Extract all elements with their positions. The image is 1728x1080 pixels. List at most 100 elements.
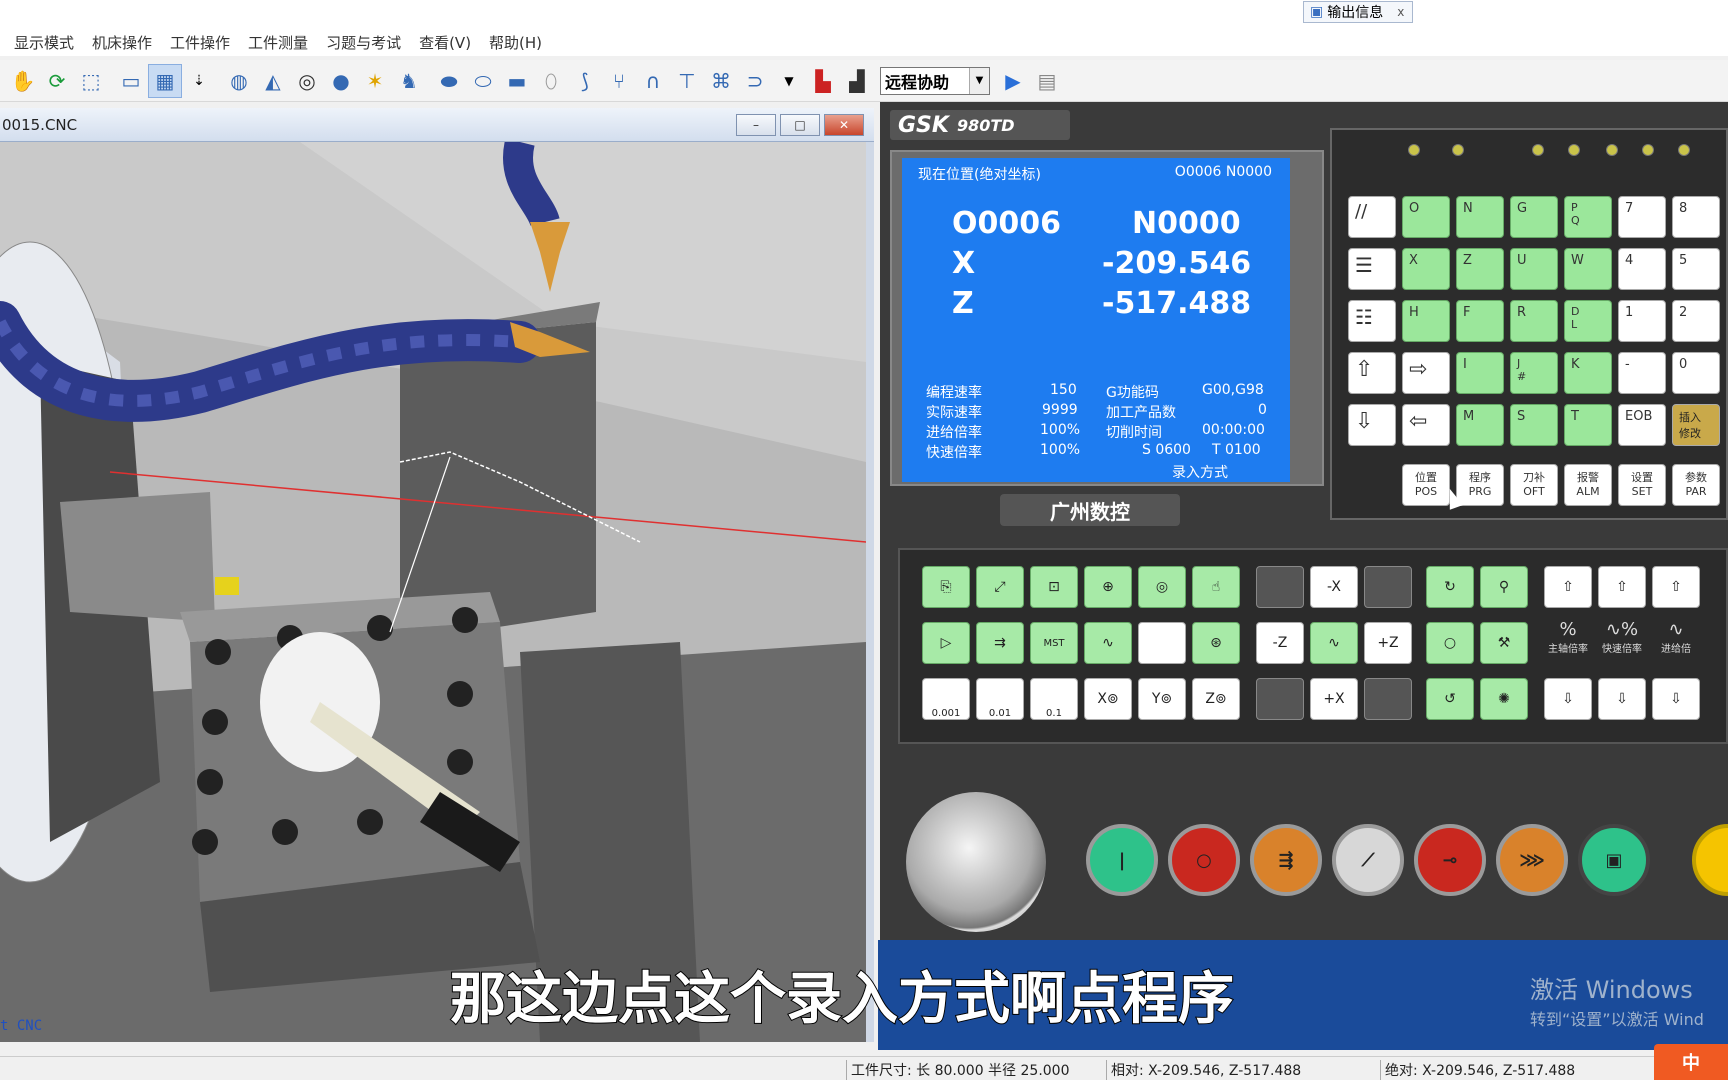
rapid-traverse-icon[interactable]: ⊛ [1192, 622, 1240, 664]
blank-key[interactable] [1256, 566, 1304, 608]
up-arrow-icon[interactable]: ⇧ [1598, 566, 1646, 608]
spindle-cw-icon[interactable]: ↻ [1426, 566, 1474, 608]
rapid-override[interactable]: ∿% 快速倍率 [1598, 616, 1646, 658]
key-w[interactable]: W [1564, 248, 1612, 290]
down-arrow-icon[interactable]: ⇩ [1652, 678, 1700, 720]
key-page-icon[interactable]: ☰ [1348, 248, 1396, 290]
key-dl[interactable]: D L [1564, 300, 1612, 342]
key-t[interactable]: T [1564, 404, 1612, 446]
key-prg[interactable]: 程序 PRG [1456, 464, 1504, 506]
door-button[interactable]: ⋙ [1496, 824, 1568, 896]
pipe-icon[interactable]: ⬯ [534, 64, 568, 98]
key-oft[interactable]: 刀补 OFT [1510, 464, 1558, 506]
key-insert-alter[interactable]: 插入 修改 [1672, 404, 1720, 446]
dry-run-icon[interactable]: ∿ [1084, 622, 1132, 664]
emergency-stop-button[interactable] [1692, 824, 1728, 896]
clamp-icon[interactable]: ⟆ [568, 64, 602, 98]
ime-indicator[interactable]: 中 [1654, 1044, 1728, 1080]
mst-lock-icon[interactable]: MST [1030, 622, 1078, 664]
output-info-tab[interactable]: ▣ 输出信息 x [1303, 1, 1414, 23]
mdi-mode-icon[interactable]: ⊡ [1030, 566, 1078, 608]
handwheel-mode-icon[interactable]: ◎ [1138, 566, 1186, 608]
remote-assist-select[interactable]: 远程协助 ▼ [880, 66, 990, 95]
blank-key[interactable] [1364, 678, 1412, 720]
film-icon[interactable]: ▤ [1030, 64, 1064, 98]
menu-view[interactable]: 查看(V) [419, 32, 471, 53]
zero-return-icon[interactable]: ⊕ [1084, 566, 1132, 608]
menu-workpiece-measure[interactable]: 工件测量 [248, 32, 308, 53]
key-1[interactable]: 1 [1618, 300, 1666, 342]
key-g[interactable]: G [1510, 196, 1558, 238]
x-handwheel-button[interactable]: X⊚ [1084, 678, 1132, 720]
up-arrow-icon[interactable]: ⇧ [1652, 566, 1700, 608]
arch-icon[interactable]: ∩ [636, 64, 670, 98]
key-up-icon[interactable]: ⇧ [1348, 352, 1396, 394]
menu-workpiece-ops[interactable]: 工件操作 [170, 32, 230, 53]
key-i[interactable]: I [1456, 352, 1504, 394]
plus-z-button[interactable]: +Z [1364, 622, 1412, 664]
close-button[interactable]: ✕ [824, 114, 864, 136]
key-r[interactable]: R [1510, 300, 1558, 342]
y-handwheel-button[interactable]: Y⊚ [1138, 678, 1186, 720]
optional-stop-button[interactable]: ⟋ [1332, 824, 1404, 896]
minimize-button[interactable]: – [736, 114, 776, 136]
shield-icon[interactable]: ⌘ [704, 64, 738, 98]
key-8[interactable]: 8 [1672, 196, 1720, 238]
spindle-stop-icon[interactable]: ○ [1426, 622, 1474, 664]
spindle-override[interactable]: % 主轴倍率 [1544, 616, 1592, 658]
fork-icon[interactable]: ⑂ [602, 64, 636, 98]
coolant-icon[interactable]: ⚲ [1480, 566, 1528, 608]
key-par[interactable]: 参数 PAR [1672, 464, 1720, 506]
key-k[interactable]: K [1564, 352, 1612, 394]
key-o[interactable]: O [1402, 196, 1450, 238]
step-01-button[interactable]: 0.1 [1030, 678, 1078, 720]
menu-exercises[interactable]: 习题与考试 [326, 32, 401, 53]
key-4[interactable]: 4 [1618, 248, 1666, 290]
blank-key[interactable] [1364, 566, 1412, 608]
chevron-down-icon[interactable]: ▼ [772, 64, 806, 98]
bar-icon[interactable]: ▬ [500, 64, 534, 98]
close-icon[interactable]: x [1397, 5, 1404, 19]
program-restart-button[interactable]: ⇶ [1250, 824, 1322, 896]
menu-machine-ops[interactable]: 机床操作 [92, 32, 152, 53]
save-icon[interactable]: ▟ [840, 64, 874, 98]
jog-mode-icon[interactable]: ☝ [1192, 566, 1240, 608]
blank-key[interactable] [1256, 678, 1304, 720]
rotate-icon[interactable]: ⟳ [40, 64, 74, 98]
handwheel[interactable] [906, 792, 1046, 932]
block-skip-icon[interactable]: ⇉ [976, 622, 1024, 664]
lube-icon[interactable]: ✺ [1480, 678, 1528, 720]
layout-icon[interactable]: ▦ [148, 63, 182, 98]
step-001-button[interactable]: 0.01 [976, 678, 1024, 720]
key-5[interactable]: 5 [1672, 248, 1720, 290]
key-z[interactable]: Z [1456, 248, 1504, 290]
tool-change-icon[interactable]: ⚒ [1480, 622, 1528, 664]
menu-help[interactable]: 帮助(H) [489, 32, 542, 53]
star-icon[interactable]: ✶ [358, 64, 392, 98]
key-right-icon[interactable]: ⇨ [1402, 352, 1450, 394]
key-u[interactable]: U [1510, 248, 1558, 290]
single-block-icon[interactable]: ▷ [922, 622, 970, 664]
key-j[interactable]: J # [1510, 352, 1558, 394]
key-m[interactable]: M [1456, 404, 1504, 446]
program-lock-button[interactable]: ⊸ [1414, 824, 1486, 896]
tool-person-icon[interactable]: ♞ [392, 64, 426, 98]
key-reset[interactable]: // [1348, 196, 1396, 238]
sail-icon[interactable]: ◭ [256, 64, 290, 98]
key-set[interactable]: 设置 SET [1618, 464, 1666, 506]
select-rect-icon[interactable]: ⬚ [74, 64, 108, 98]
key-minus[interactable]: - [1618, 352, 1666, 394]
cycle-start-button[interactable]: | [1086, 824, 1158, 896]
cylinder2-icon[interactable]: ⬭ [466, 64, 500, 98]
down-arrow-icon[interactable]: ⇩ [1598, 678, 1646, 720]
feed-hold-button[interactable]: ○ [1168, 824, 1240, 896]
key-pos[interactable]: 位置 POS [1402, 464, 1450, 506]
hand-icon[interactable]: ✋ [6, 64, 40, 98]
key-f[interactable]: F [1456, 300, 1504, 342]
key-2[interactable]: 2 [1672, 300, 1720, 342]
minus-z-button[interactable]: -Z [1256, 622, 1304, 664]
globe-icon[interactable]: ◍ [222, 64, 256, 98]
dropdown-icon[interactable]: ⇣ [182, 64, 216, 98]
z-handwheel-button[interactable]: Z⊚ [1192, 678, 1240, 720]
coil-icon[interactable]: ◎ [290, 64, 324, 98]
